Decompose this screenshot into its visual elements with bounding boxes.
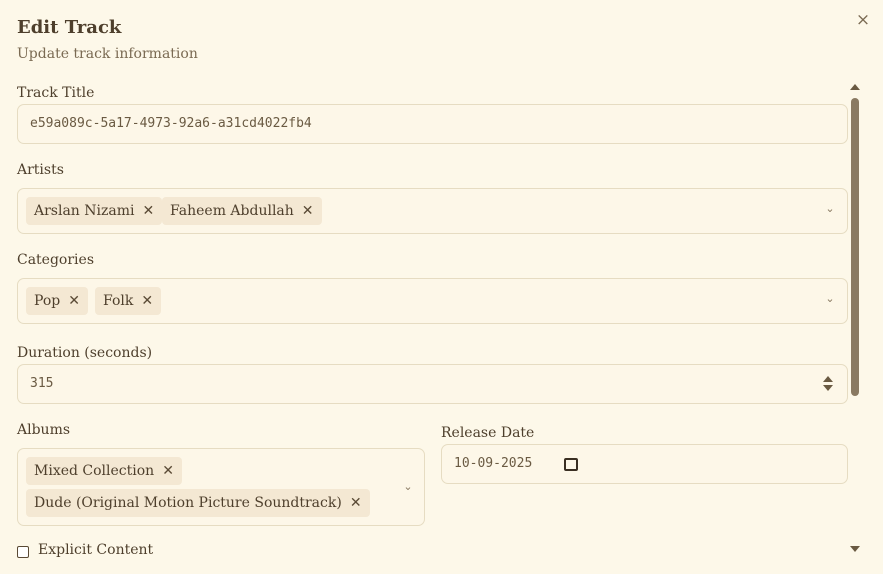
track-title-input[interactable]: e59a089c-5a17-4973-92a6-a31cd4022fb4 [17,104,848,144]
calendar-icon[interactable] [564,458,578,471]
explicit-label: Explicit Content [38,542,154,558]
step-down-icon[interactable] [823,385,833,391]
artists-select[interactable]: Arslan Nizami ✕ Faheem Abdullah ✕ ⌄ [17,188,848,234]
scrollbar[interactable] [849,84,861,552]
category-chip: Folk ✕ [95,287,162,315]
explicit-checkbox[interactable] [17,546,29,558]
remove-icon[interactable]: ✕ [142,197,154,225]
release-date-label: Release Date [441,425,535,441]
category-chip: Pop ✕ [26,287,88,315]
dialog-title: Edit Track [17,17,122,38]
remove-icon[interactable]: ✕ [141,287,153,315]
chevron-down-icon[interactable]: ⌄ [402,481,414,493]
step-up-icon[interactable] [823,376,833,382]
scroll-up-icon[interactable] [850,84,860,90]
scroll-down-icon[interactable] [850,546,860,552]
remove-icon[interactable]: ✕ [302,197,314,225]
categories-select[interactable]: Pop ✕ Folk ✕ ⌄ [17,278,848,324]
categories-label: Categories [17,252,94,268]
albums-label: Albums [17,422,71,438]
chevron-down-icon[interactable]: ⌄ [824,293,836,305]
edit-track-dialog: Edit Track Update track information × Tr… [0,0,883,574]
category-chip-label: Pop [34,293,61,309]
album-chip: Dude (Original Motion Picture Soundtrack… [26,489,370,517]
duration-value: 315 [30,376,54,391]
remove-icon[interactable]: ✕ [350,489,362,517]
duration-label: Duration (seconds) [17,345,153,361]
remove-icon[interactable]: ✕ [162,457,174,485]
albums-select[interactable]: Mixed Collection ✕ Dude (Original Motion… [17,448,425,526]
chevron-down-icon[interactable]: ⌄ [824,203,836,215]
release-date-value: 10-09-2025 [454,456,533,471]
scrollbar-thumb[interactable] [851,98,859,396]
remove-icon[interactable]: ✕ [68,287,80,315]
category-chip-label: Folk [103,293,134,309]
release-date-input[interactable]: 10-09-2025 [441,444,848,484]
dialog-subtitle: Update track information [17,46,198,62]
track-title-label: Track Title [17,85,95,101]
artist-chip-label: Arslan Nizami [34,203,135,219]
album-chip-label: Dude (Original Motion Picture Soundtrack… [34,495,342,511]
artists-label: Artists [17,162,64,178]
close-icon[interactable]: × [853,10,873,30]
artist-chip: Faheem Abdullah ✕ [162,197,322,225]
duration-input[interactable]: 315 [17,364,848,404]
artist-chip: Arslan Nizami ✕ [26,197,163,225]
album-chip-label: Mixed Collection [34,463,155,479]
album-chip: Mixed Collection ✕ [26,457,182,485]
duration-stepper[interactable] [823,376,833,392]
artist-chip-label: Faheem Abdullah [170,203,294,219]
